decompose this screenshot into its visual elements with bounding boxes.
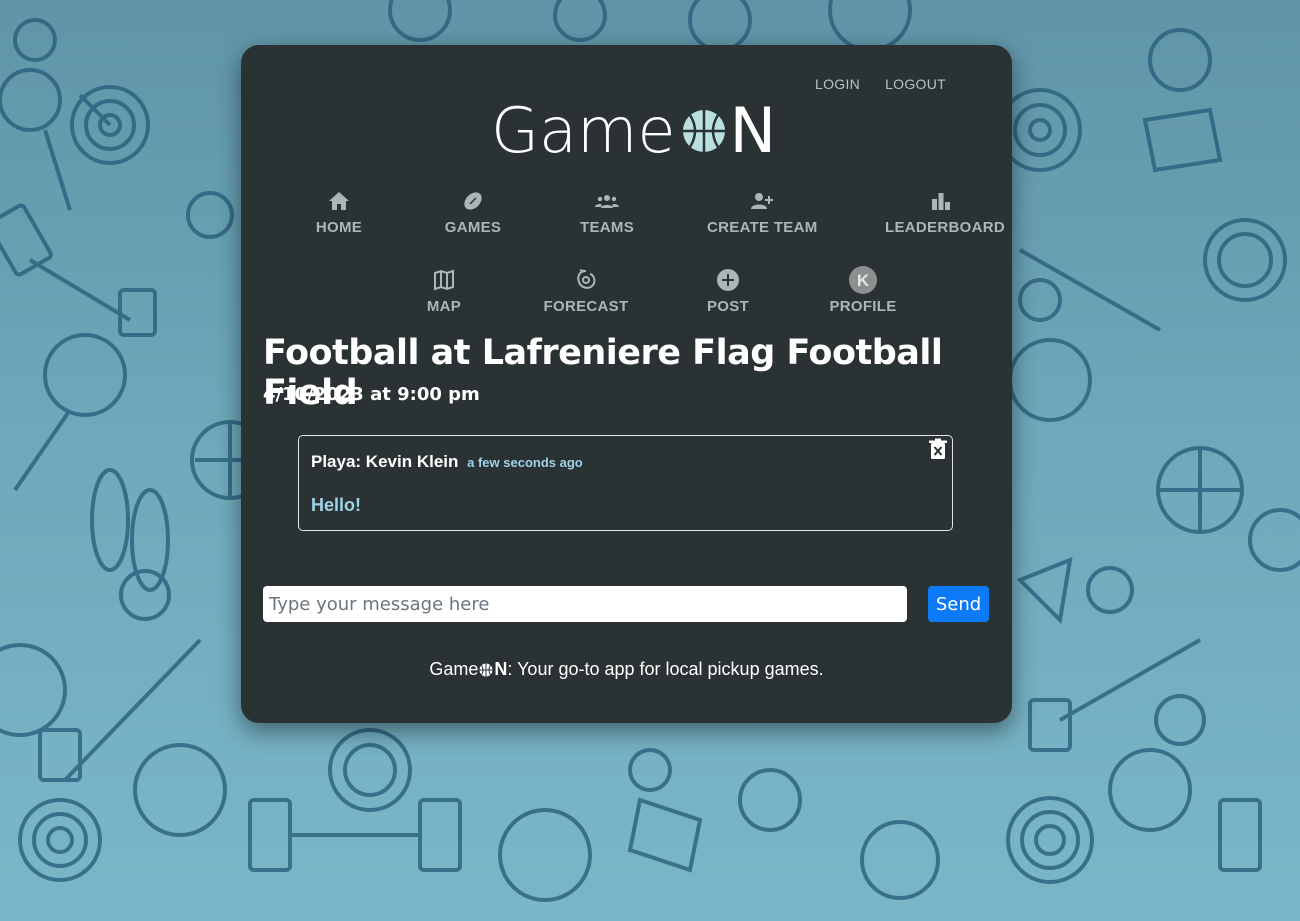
message-timestamp: a few seconds ago	[467, 455, 583, 470]
message-input[interactable]	[263, 586, 907, 622]
add-person-icon	[751, 193, 773, 209]
auth-links: LOGIN LOGOUT	[815, 76, 946, 92]
footer: Game N : Your go-to app for local pickup…	[241, 659, 1012, 680]
nav-post-label: POST	[706, 298, 750, 315]
nav-post[interactable]: POST	[698, 268, 758, 315]
chat-message: Playa: Kevin Klein a few seconds ago Hel…	[298, 435, 953, 531]
delete-icon[interactable]	[928, 438, 948, 460]
footer-brand-prefix: Game	[429, 659, 479, 679]
leaderboard-icon	[932, 193, 950, 210]
nav-home[interactable]: HOME	[304, 189, 374, 236]
send-button[interactable]: Send	[928, 586, 989, 622]
message-body: Hello!	[311, 495, 362, 515]
cyclone-icon	[577, 269, 596, 289]
avatar: K	[849, 266, 877, 294]
logo-text-prefix: Game	[491, 94, 676, 167]
logo-text-suffix: N	[729, 94, 776, 167]
footer-brand: Game N	[429, 659, 507, 680]
nav-profile-label: PROFILE	[829, 298, 897, 315]
gameon-logo[interactable]: Game N	[491, 100, 776, 162]
group-icon	[595, 195, 619, 208]
nav-games[interactable]: GAMES	[438, 189, 508, 236]
main-card: LOGIN LOGOUT Game N HOME GAMES TEAMS CRE…	[241, 45, 1012, 723]
basketball-icon	[682, 110, 725, 152]
home-icon	[329, 192, 349, 210]
login-link[interactable]: LOGIN	[815, 76, 860, 92]
nav-forecast-label: FORECAST	[543, 298, 629, 315]
game-datetime: 4/10/2023 at 9:00 pm	[263, 384, 480, 405]
nav-games-label: GAMES	[444, 219, 502, 236]
football-icon	[464, 192, 482, 210]
footer-tagline: : Your go-to app for local pickup games.	[507, 659, 824, 679]
logout-link[interactable]: LOGOUT	[885, 76, 946, 92]
nav-profile[interactable]: K PROFILE	[823, 266, 903, 315]
basketball-icon	[479, 663, 493, 676]
message-author-line: Playa: Kevin Klein a few seconds ago	[311, 452, 583, 472]
nav-teams-label: TEAMS	[580, 219, 634, 236]
nav-map[interactable]: MAP	[414, 268, 474, 315]
nav-home-label: HOME	[315, 219, 363, 236]
nav-leaderboard-label: LEADERBOARD	[885, 219, 1005, 236]
nav-teams[interactable]: TEAMS	[572, 189, 642, 236]
footer-brand-suffix: N	[494, 659, 508, 679]
nav-create-team-label: CREATE TEAM	[707, 219, 818, 236]
avatar-initial: K	[857, 271, 870, 290]
nav-forecast[interactable]: FORECAST	[542, 268, 630, 315]
message-author: Playa: Kevin Klein	[311, 452, 459, 471]
nav-leaderboard[interactable]: LEADERBOARD	[885, 189, 1005, 236]
nav-map-label: MAP	[426, 298, 462, 315]
nav-create-team[interactable]: CREATE TEAM	[707, 189, 817, 236]
add-circle-icon	[717, 269, 739, 291]
map-icon	[434, 269, 454, 291]
